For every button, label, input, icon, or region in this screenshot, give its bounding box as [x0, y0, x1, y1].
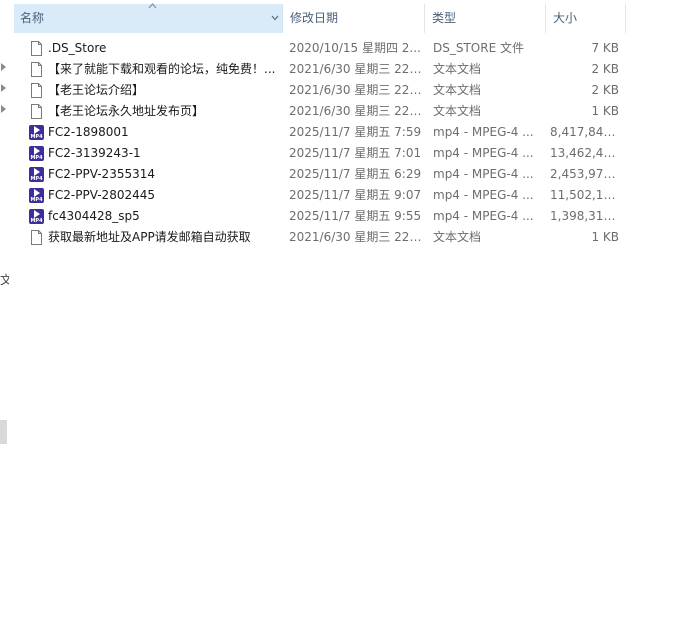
- file-name: FC2-3139243-1: [48, 146, 141, 160]
- document-icon: [28, 229, 45, 246]
- file-row[interactable]: 【来了就能下载和观看的论坛，纯免费！... 2021/6/30 星期三 22:..…: [14, 59, 626, 80]
- mp4-badge-label: MP4: [30, 176, 43, 182]
- mp4-badge-label: MP4: [30, 197, 43, 203]
- file-type: mp4 - MPEG-4 ...: [433, 167, 534, 181]
- column-header-date-label: 修改日期: [290, 11, 339, 25]
- chevron-down-icon[interactable]: [270, 13, 280, 23]
- file-size: 8,417,846...: [550, 125, 619, 139]
- column-header-name[interactable]: 名称: [14, 3, 283, 33]
- file-name: FC2-PPV-2802445: [48, 188, 155, 202]
- file-row[interactable]: MP4 FC2-3139243-1 2025/11/7 星期五 7:01 mp4 - …: [14, 143, 626, 164]
- column-header-name-label: 名称: [20, 11, 45, 25]
- file-date-modified: 2025/11/7 星期五 9:07: [289, 188, 422, 202]
- document-icon: [28, 61, 45, 78]
- file-size: 2 KB: [591, 62, 619, 76]
- file-row[interactable]: 【老王论坛介绍】 2021/6/30 星期三 22:... 文本文档 2 KB: [14, 80, 626, 101]
- file-date-modified: 2021/6/30 星期三 22:...: [289, 104, 423, 118]
- file-date-modified: 2021/6/30 星期三 22:...: [289, 230, 423, 244]
- file-date-modified: 2021/6/30 星期三 22:...: [289, 62, 423, 76]
- file-name: 【来了就能下载和观看的论坛，纯免费！...: [48, 62, 276, 76]
- file-size: 1 KB: [591, 230, 619, 244]
- file-type: mp4 - MPEG-4 ...: [433, 146, 534, 160]
- file-type: 文本文档: [433, 83, 482, 97]
- column-header-type-label: 类型: [432, 11, 457, 25]
- file-name: FC2-PPV-2355314: [48, 167, 155, 181]
- mp4-video-icon: MP4: [28, 166, 45, 183]
- column-header-type[interactable]: 类型: [426, 4, 546, 33]
- file-name: FC2-1898001: [48, 125, 129, 139]
- file-type: mp4 - MPEG-4 ...: [433, 188, 534, 202]
- file-row[interactable]: MP4 FC2-PPV-2802445 2025/11/7 星期五 9:07 mp4 …: [14, 185, 626, 206]
- file-date-modified: 2025/11/7 星期五 7:59: [289, 125, 422, 139]
- file-date-modified: 2021/6/30 星期三 22:...: [289, 83, 423, 97]
- mp4-video-icon: MP4: [28, 145, 45, 162]
- file-list: .DS_Store 2020/10/15 星期四 2... DS_STORE 文件 7…: [14, 38, 626, 248]
- document-icon: [28, 103, 45, 120]
- file-name: 【老王论坛永久地址发布页】: [48, 104, 205, 118]
- file-type: mp4 - MPEG-4 ...: [433, 125, 534, 139]
- mp4-video-icon: MP4: [28, 187, 45, 204]
- file-date-modified: 2025/11/7 星期五 6:29: [289, 167, 422, 181]
- file-type: 文本文档: [433, 104, 482, 118]
- file-row[interactable]: MP4 FC2-PPV-2355314 2025/11/7 星期五 6:29 mp4 …: [14, 164, 626, 185]
- file-name: .DS_Store: [48, 41, 107, 55]
- mp4-badge-label: MP4: [30, 134, 43, 140]
- file-size: 13,462,49...: [550, 146, 619, 160]
- pin-icon: [1, 84, 7, 92]
- file-size: 2,453,977...: [550, 167, 619, 181]
- file-date-modified: 2020/10/15 星期四 2...: [289, 41, 421, 55]
- file-size: 2 KB: [591, 83, 619, 97]
- file-type: mp4 - MPEG-4 ...: [433, 209, 534, 223]
- mp4-video-icon: MP4: [28, 208, 45, 225]
- file-type: DS_STORE 文件: [433, 41, 524, 55]
- file-size: 1,398,310...: [550, 209, 619, 223]
- mp4-badge-label: MP4: [30, 218, 43, 224]
- file-name: 获取最新地址及APP请发邮箱自动获取: [48, 230, 251, 244]
- document-icon: [28, 82, 45, 99]
- file-date-modified: 2025/11/7 星期五 9:55: [289, 209, 422, 223]
- mp4-badge-label: MP4: [30, 155, 43, 161]
- column-header-bar: 名称 修改日期 类型 大小: [14, 3, 626, 33]
- pin-icon: [1, 105, 7, 113]
- file-date-modified: 2025/11/7 星期五 7:01: [289, 146, 422, 160]
- document-icon: [28, 40, 45, 57]
- file-type: 文本文档: [433, 62, 482, 76]
- sort-ascending-icon: [148, 3, 157, 9]
- file-name: 【老王论坛介绍】: [48, 83, 145, 97]
- file-row[interactable]: 获取最新地址及APP请发邮箱自动获取 2021/6/30 星期三 22:... 文本…: [14, 227, 626, 248]
- file-size: 11,502,10...: [550, 188, 619, 202]
- navigation-pane-edge: 文: [0, 0, 9, 640]
- file-size: 1 KB: [591, 104, 619, 118]
- file-row[interactable]: .DS_Store 2020/10/15 星期四 2... DS_STORE 文件 7…: [14, 38, 626, 59]
- pin-icon: [1, 63, 7, 71]
- column-header-date[interactable]: 修改日期: [284, 4, 425, 33]
- nav-scrollbar-thumb[interactable]: [0, 420, 7, 444]
- file-size: 7 KB: [591, 41, 619, 55]
- column-header-size-label: 大小: [553, 11, 578, 25]
- nav-fragment-text: 文: [0, 273, 9, 285]
- file-row[interactable]: MP4 fc4304428_sp5 2025/11/7 星期五 9:55 mp4 - …: [14, 206, 626, 227]
- column-header-size[interactable]: 大小: [547, 4, 626, 33]
- file-name: fc4304428_sp5: [48, 209, 140, 223]
- file-row[interactable]: 【老王论坛永久地址发布页】 2021/6/30 星期三 22:... 文本文档 1 K…: [14, 101, 626, 122]
- file-type: 文本文档: [433, 230, 482, 244]
- file-row[interactable]: MP4 FC2-1898001 2025/11/7 星期五 7:59 mp4 - MP…: [14, 122, 626, 143]
- mp4-video-icon: MP4: [28, 124, 45, 141]
